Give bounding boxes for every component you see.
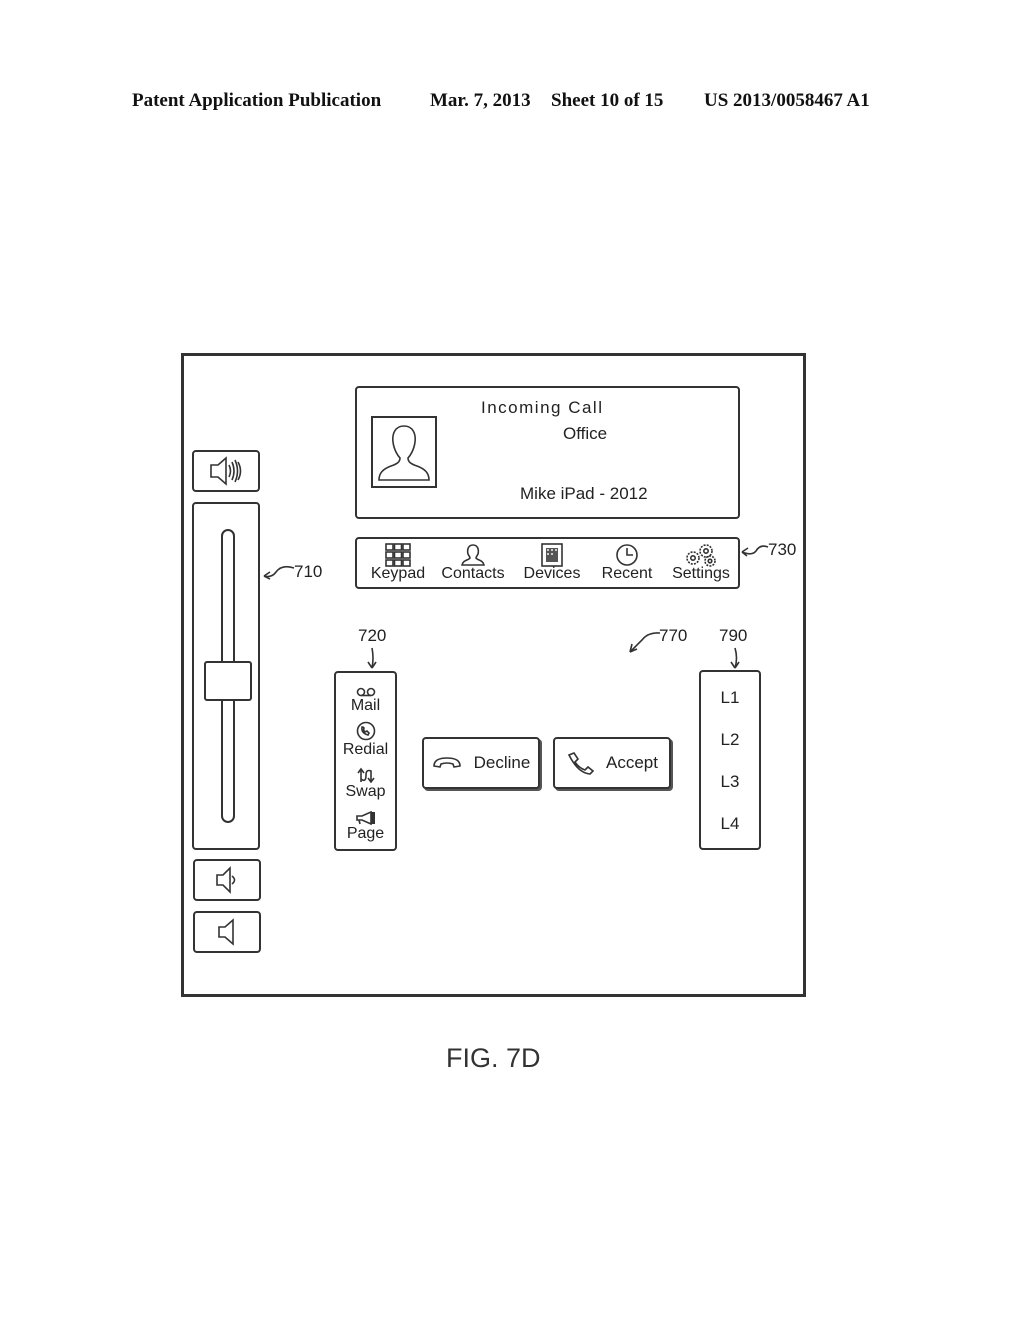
speaker-soft-icon [216,866,236,894]
caller-name: Office [563,424,608,443]
swap-icon [356,767,375,783]
decline-button[interactable]: Decline [422,737,540,789]
nav-bar: Keypad Contacts Devices Recent Settings [355,537,740,589]
publication-label: Patent Application Publication [132,90,382,111]
accept-label: Accept [606,753,658,772]
ref-arrow-770 [629,632,661,653]
gears-icon [686,544,716,567]
volume-high-button[interactable] [192,450,260,492]
person-silhouette-icon [378,425,430,481]
speaker-off-icon [218,918,234,946]
nav-label: Devices [523,565,581,582]
keypad-icon [385,543,411,567]
phone-icon [567,752,594,775]
side-item-label: Redial [342,741,389,758]
nav-label: Settings [672,565,730,582]
megaphone-icon [355,811,375,825]
nav-item-devices[interactable]: Devices [517,539,587,589]
ref-arrow-730 [741,545,769,557]
side-item-swap[interactable]: Swap [336,767,395,800]
incoming-call-panel: Incoming Call Office Mike iPad - 2012 [355,386,740,519]
slider-thumb[interactable] [204,661,252,702]
caller-avatar [371,416,437,488]
ref-arrow-720 [367,647,377,669]
ref-730: 730 [768,540,797,559]
caller-device: Mike iPad - 2012 [520,484,648,503]
side-item-label: Mail [350,697,381,714]
side-item-label: Page [346,825,385,842]
line-button-l4[interactable]: L4 [701,814,759,834]
nav-label: Contacts [441,565,505,582]
decline-label: Decline [473,753,531,772]
sheet-number: Sheet 10 of 15 [551,90,664,111]
line-button-l1[interactable]: L1 [701,688,759,708]
figure-caption: FIG. 7D [446,1043,541,1073]
speaker-loud-icon [210,456,242,486]
nav-label: Keypad [370,565,426,582]
nav-item-settings[interactable]: Settings [665,539,737,589]
nav-item-keypad[interactable]: Keypad [365,539,431,589]
call-status-title: Incoming Call [481,398,604,417]
volume-mute-button[interactable] [193,911,261,953]
publication-date: Mar. 7, 2013 [430,90,531,111]
side-item-page[interactable]: Page [336,811,395,842]
ref-790: 790 [719,626,748,645]
ref-arrow-710 [263,565,295,580]
line-selector: L1 L2 L3 L4 [699,670,761,850]
line-button-l3[interactable]: L3 [701,772,759,792]
side-item-mail[interactable]: Mail [336,687,395,714]
devices-icon [541,543,563,567]
patent-number: US 2013/0058467 A1 [704,90,870,111]
voicemail-icon [356,687,375,697]
volume-low-button[interactable] [193,859,261,901]
redial-icon [356,721,375,741]
side-item-redial[interactable]: Redial [336,721,395,758]
nav-label: Recent [601,565,653,582]
ref-770: 770 [659,626,688,645]
hang-up-icon [432,757,461,768]
volume-slider[interactable] [192,502,260,850]
ref-arrow-790 [730,647,740,669]
side-item-label: Swap [345,783,386,800]
accept-button[interactable]: Accept [553,737,671,789]
clock-icon [616,544,638,566]
side-menu: Mail Redial Swap Page [334,671,397,851]
contacts-icon [461,544,485,566]
line-button-l2[interactable]: L2 [701,730,759,750]
ref-710: 710 [294,562,323,581]
nav-item-contacts[interactable]: Contacts [437,539,509,589]
nav-item-recent[interactable]: Recent [595,539,659,589]
ref-720: 720 [358,626,387,645]
